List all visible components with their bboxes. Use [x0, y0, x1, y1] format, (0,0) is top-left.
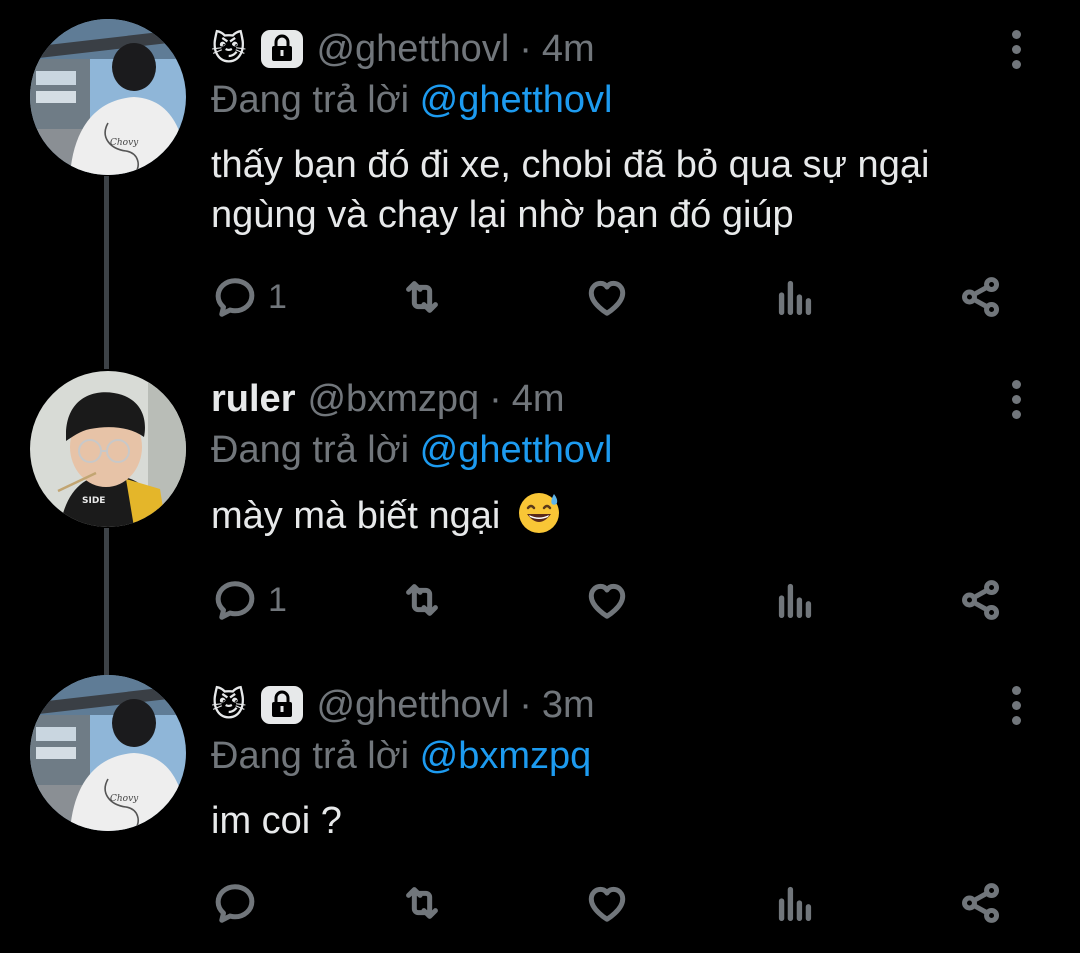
- reply-to-line: Đang trả lời @bxmzpq: [211, 735, 591, 778]
- sweat-smile-emoji-icon: [518, 493, 559, 533]
- tweet-text: thấy bạn đó đi xe, chobi đã bỏ qua sự ng…: [211, 140, 929, 240]
- like-icon: [584, 880, 630, 926]
- share-icon: [958, 880, 1004, 926]
- analytics-icon: [772, 274, 818, 320]
- action-bar: [0, 873, 1080, 933]
- separator: ·: [489, 377, 502, 420]
- separator: ·: [519, 683, 532, 726]
- share-button[interactable]: [958, 873, 1004, 933]
- tweet-text-line: ngùng và chạy lại nhờ bạn đó giúp: [211, 194, 794, 236]
- timestamp[interactable]: 3m: [542, 684, 595, 727]
- cat-emoji-icon: 😼: [211, 29, 247, 69]
- more-icon[interactable]: [1004, 19, 1028, 79]
- timestamp[interactable]: 4m: [542, 28, 595, 71]
- reply-to-line: Đang trả lời @ghetthovl: [211, 79, 612, 122]
- reply-icon: [212, 274, 258, 320]
- retweet-button[interactable]: [399, 570, 445, 630]
- reply-button[interactable]: 1: [212, 570, 287, 630]
- share-button[interactable]: [958, 267, 1004, 327]
- action-bar: 1: [0, 267, 1080, 327]
- tweet[interactable]: 😼 @ghetthovl · 4m Đang trả lời @ghetthov…: [0, 19, 1080, 349]
- cat-emoji-icon: 😼: [211, 685, 247, 725]
- reply-prefix: Đang trả lời: [211, 79, 410, 121]
- author-handle[interactable]: @bxmzpq: [307, 378, 479, 421]
- like-button[interactable]: [584, 570, 630, 630]
- tweet[interactable]: ruler @bxmzpq · 4m Đang trả lời @ghettho…: [0, 369, 1080, 659]
- more-icon[interactable]: [1004, 369, 1028, 429]
- avatar[interactable]: [30, 371, 186, 527]
- separator: ·: [519, 27, 532, 70]
- retweet-icon: [399, 880, 445, 926]
- retweet-icon: [399, 577, 445, 623]
- lock-icon: [261, 686, 304, 724]
- retweet-button[interactable]: [399, 267, 445, 327]
- share-icon: [958, 577, 1004, 623]
- tweet-text-line: thấy bạn đó đi xe, chobi đã bỏ qua sự ng…: [211, 144, 930, 186]
- reply-mention[interactable]: @bxmzpq: [420, 735, 592, 777]
- share-icon: [958, 274, 1004, 320]
- retweet-icon: [399, 274, 445, 320]
- reply-icon: [212, 577, 258, 623]
- tweet-header: 😼 @ghetthovl · 4m: [211, 19, 595, 79]
- analytics-icon: [772, 880, 818, 926]
- like-icon: [584, 274, 630, 320]
- avatar[interactable]: [30, 19, 186, 175]
- reply-count: 1: [268, 277, 287, 316]
- reply-icon: [212, 880, 258, 926]
- reply-button[interactable]: 1: [212, 267, 287, 327]
- tweet-text: im coi ?: [211, 796, 342, 846]
- reply-button[interactable]: [212, 873, 258, 933]
- reply-to-line: Đang trả lời @ghetthovl: [211, 429, 612, 472]
- like-icon: [584, 577, 630, 623]
- share-button[interactable]: [958, 570, 1004, 630]
- reply-mention[interactable]: @ghetthovl: [420, 429, 613, 471]
- tweet-text: mày mà biết ngại: [211, 490, 561, 541]
- analytics-button[interactable]: [772, 267, 818, 327]
- tweet-header: ruler @bxmzpq · 4m: [211, 369, 565, 429]
- tweet-text-line: im coi ?: [211, 800, 342, 842]
- analytics-button[interactable]: [772, 873, 818, 933]
- like-button[interactable]: [584, 873, 630, 933]
- avatar[interactable]: [30, 675, 186, 831]
- tweet-header: 😼 @ghetthovl · 3m: [211, 675, 595, 735]
- author-handle[interactable]: @ghetthovl: [316, 28, 509, 71]
- more-icon[interactable]: [1004, 675, 1028, 735]
- reply-prefix: Đang trả lời: [211, 429, 410, 471]
- analytics-icon: [772, 577, 818, 623]
- author-handle[interactable]: @ghetthovl: [316, 684, 509, 727]
- analytics-button[interactable]: [772, 570, 818, 630]
- reply-prefix: Đang trả lời: [211, 735, 410, 777]
- like-button[interactable]: [584, 267, 630, 327]
- author-name[interactable]: ruler: [211, 378, 295, 421]
- reply-count: 1: [268, 580, 287, 619]
- lock-icon: [261, 30, 304, 68]
- retweet-button[interactable]: [399, 873, 445, 933]
- reply-mention[interactable]: @ghetthovl: [420, 79, 613, 121]
- timestamp[interactable]: 4m: [512, 378, 565, 421]
- action-bar: 1: [0, 570, 1080, 630]
- tweet[interactable]: 😼 @ghetthovl · 3m Đang trả lời @bxmzpq i…: [0, 675, 1080, 945]
- tweet-text-line: mày mà biết ngại: [211, 495, 501, 537]
